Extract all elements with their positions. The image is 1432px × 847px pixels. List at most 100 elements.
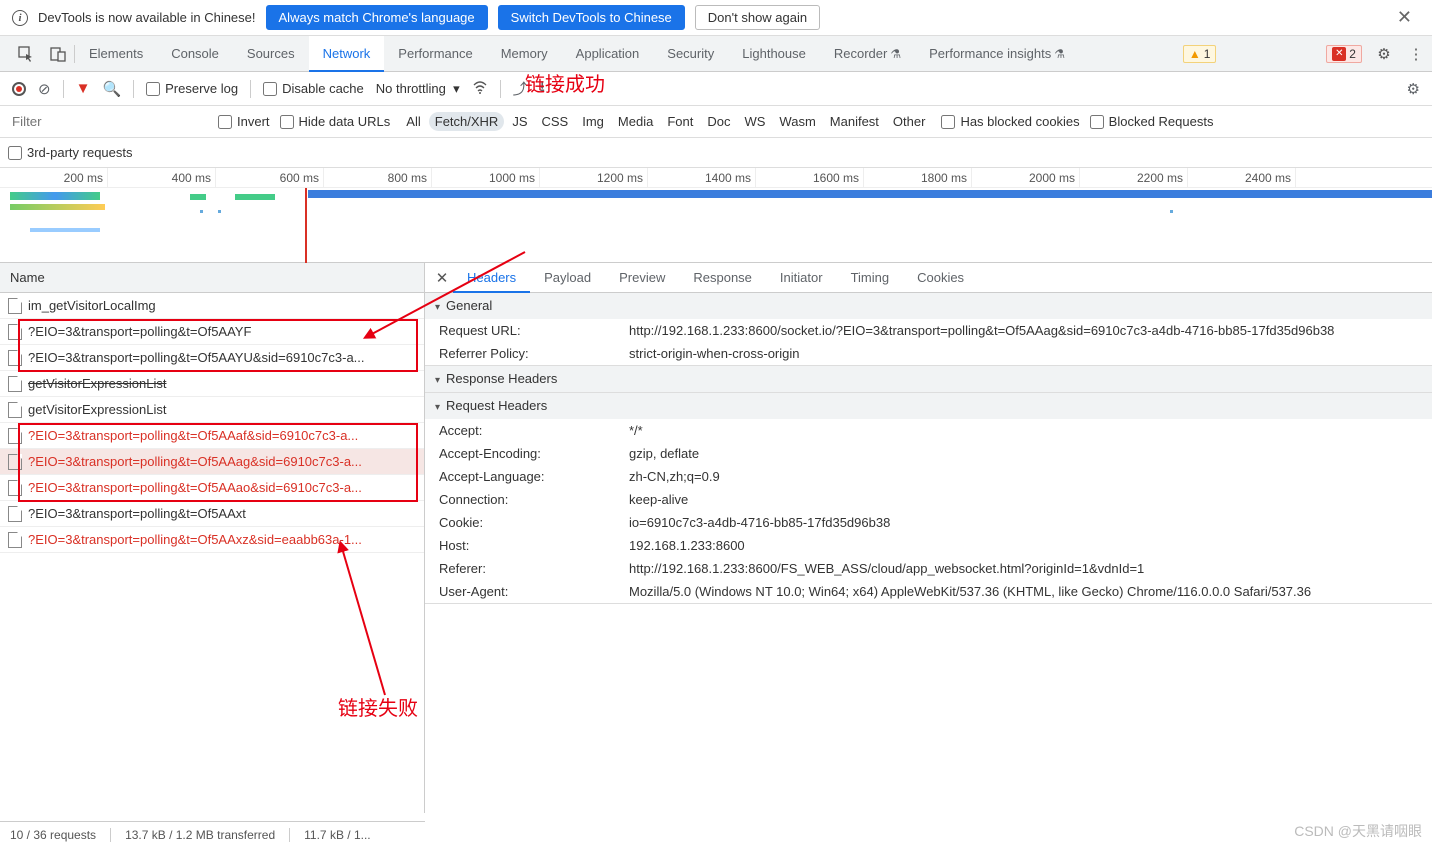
tab-memory[interactable]: Memory [487, 36, 562, 72]
tab-lighthouse[interactable]: Lighthouse [728, 36, 820, 72]
detail-tab-preview[interactable]: Preview [605, 263, 679, 293]
record-icon[interactable] [12, 82, 26, 96]
filter-type-wasm[interactable]: Wasm [773, 112, 821, 131]
filter-icon[interactable]: ▼ [76, 80, 91, 97]
detail-tab-cookies[interactable]: Cookies [903, 263, 978, 293]
request-row[interactable]: ?EIO=3&transport=polling&t=Of5AAxz&sid=e… [0, 527, 424, 553]
header-value: */* [629, 423, 1432, 438]
tab-console[interactable]: Console [157, 36, 233, 72]
header-value: strict-origin-when-cross-origin [629, 346, 1432, 361]
tab-security[interactable]: Security [653, 36, 728, 72]
settings-gear-icon[interactable]: ⚙ [1407, 80, 1420, 98]
annotation-success: 链接成功 [525, 68, 605, 97]
more-icon[interactable]: ⋮ [1405, 45, 1427, 63]
filter-type-js[interactable]: JS [506, 112, 533, 131]
errors-badge[interactable]: ✕2 [1326, 45, 1362, 63]
header-value: Mozilla/5.0 (Windows NT 10.0; Win64; x64… [629, 584, 1432, 599]
header-key: Accept-Language: [439, 469, 629, 484]
blocked-cookies-checkbox[interactable]: Has blocked cookies [941, 114, 1079, 129]
request-row[interactable]: ?EIO=3&transport=polling&t=Of5AAao&sid=6… [0, 475, 424, 501]
warnings-badge[interactable]: ▲1 [1183, 45, 1217, 63]
info-icon: i [12, 10, 28, 26]
general-section-header[interactable]: General [425, 293, 1432, 319]
header-key: Accept: [439, 423, 629, 438]
request-row[interactable]: ?EIO=3&transport=polling&t=Of5AAag&sid=6… [0, 449, 424, 475]
header-key: Host: [439, 538, 629, 553]
detail-tab-payload[interactable]: Payload [530, 263, 605, 293]
blocked-requests-checkbox[interactable]: Blocked Requests [1090, 114, 1214, 129]
request-row[interactable]: ?EIO=3&transport=polling&t=Of5AAYU&sid=6… [0, 345, 424, 371]
throttling-select[interactable]: No throttling ▾ [376, 81, 460, 97]
annotation-fail: 链接失败 [338, 692, 418, 721]
hide-data-checkbox[interactable]: Hide data URLs [280, 114, 391, 129]
request-headers-section-header[interactable]: Request Headers [425, 393, 1432, 419]
search-icon[interactable]: 🔍 [102, 80, 121, 98]
preserve-log-checkbox[interactable]: Preserve log [146, 81, 238, 96]
request-row[interactable]: getVisitorExpressionList [0, 397, 424, 423]
header-key: Referer: [439, 561, 629, 576]
response-headers-section-header[interactable]: Response Headers [425, 366, 1432, 392]
filter-type-manifest[interactable]: Manifest [824, 112, 885, 131]
filter-input[interactable] [8, 110, 208, 134]
switch-chinese-button[interactable]: Switch DevTools to Chinese [498, 5, 685, 30]
filter-bar-2: 3rd-party requests [0, 138, 1432, 168]
tab-network[interactable]: Network [309, 36, 385, 72]
filter-type-doc[interactable]: Doc [701, 112, 736, 131]
filter-type-img[interactable]: Img [576, 112, 610, 131]
request-row[interactable]: ?EIO=3&transport=polling&t=Of5AAaf&sid=6… [0, 423, 424, 449]
document-icon [8, 454, 22, 470]
header-value: 192.168.1.233:8600 [629, 538, 1432, 553]
status-transferred: 13.7 kB / 1.2 MB transferred [110, 828, 275, 842]
detail-tab-headers[interactable]: Headers [453, 263, 530, 293]
banner-text: DevTools is now available in Chinese! [38, 10, 256, 25]
third-party-checkbox[interactable]: 3rd-party requests [8, 145, 133, 160]
tab-application[interactable]: Application [562, 36, 654, 72]
detail-tab-initiator[interactable]: Initiator [766, 263, 837, 293]
detail-tab-response[interactable]: Response [679, 263, 766, 293]
request-row[interactable]: getVisitorExpressionList [0, 371, 424, 397]
request-detail-panel: ✕ HeadersPayloadPreviewResponseInitiator… [425, 263, 1432, 813]
disable-cache-checkbox[interactable]: Disable cache [263, 81, 364, 96]
request-list-panel: Name im_getVisitorLocalImg?EIO=3&transpo… [0, 263, 425, 813]
filter-type-other[interactable]: Other [887, 112, 932, 131]
inspect-icon[interactable] [15, 46, 37, 62]
tab-performance[interactable]: Performance [384, 36, 486, 72]
name-column-header[interactable]: Name [0, 263, 424, 293]
header-value: io=6910c7c3-a4db-4716-bb85-17fd35d96b38 [629, 515, 1432, 530]
header-value: gzip, deflate [629, 446, 1432, 461]
tab-sources[interactable]: Sources [233, 36, 309, 72]
device-icon[interactable] [47, 46, 69, 62]
timeline[interactable]: 200 ms400 ms600 ms800 ms1000 ms1200 ms14… [0, 168, 1432, 263]
filter-type-all[interactable]: All [400, 112, 426, 131]
detail-tab-timing[interactable]: Timing [837, 263, 904, 293]
network-toolbar: ⊘ ▼ 🔍 Preserve log Disable cache No thro… [0, 72, 1432, 106]
watermark: CSDN @天黑请咽眼 [1294, 821, 1422, 841]
wifi-icon[interactable] [472, 79, 488, 99]
document-icon [8, 480, 22, 496]
dont-show-button[interactable]: Don't show again [695, 5, 820, 30]
filter-type-fetch-xhr[interactable]: Fetch/XHR [429, 112, 505, 131]
document-icon [8, 298, 22, 314]
request-row[interactable]: ?EIO=3&transport=polling&t=Of5AAxt [0, 501, 424, 527]
filter-type-css[interactable]: CSS [536, 112, 575, 131]
tab-performance-insights[interactable]: Performance insights [915, 36, 1079, 72]
request-row[interactable]: im_getVisitorLocalImg [0, 293, 424, 319]
header-value: http://192.168.1.233:8600/socket.io/?EIO… [629, 323, 1432, 338]
document-icon [8, 532, 22, 548]
tab-recorder[interactable]: Recorder [820, 36, 915, 72]
tab-elements[interactable]: Elements [75, 36, 157, 72]
filter-type-ws[interactable]: WS [738, 112, 771, 131]
header-key: Request URL: [439, 323, 629, 338]
close-detail-icon[interactable]: ✕ [431, 269, 453, 287]
document-icon [8, 506, 22, 522]
filter-type-media[interactable]: Media [612, 112, 659, 131]
invert-checkbox[interactable]: Invert [218, 114, 270, 129]
clear-icon[interactable]: ⊘ [38, 80, 51, 98]
match-language-button[interactable]: Always match Chrome's language [266, 5, 488, 30]
header-value: http://192.168.1.233:8600/FS_WEB_ASS/clo… [629, 561, 1432, 576]
settings-icon[interactable]: ⚙ [1373, 45, 1395, 63]
close-icon[interactable]: ✕ [1397, 7, 1412, 28]
document-icon [8, 350, 22, 366]
filter-type-font[interactable]: Font [661, 112, 699, 131]
request-row[interactable]: ?EIO=3&transport=polling&t=Of5AAYF [0, 319, 424, 345]
